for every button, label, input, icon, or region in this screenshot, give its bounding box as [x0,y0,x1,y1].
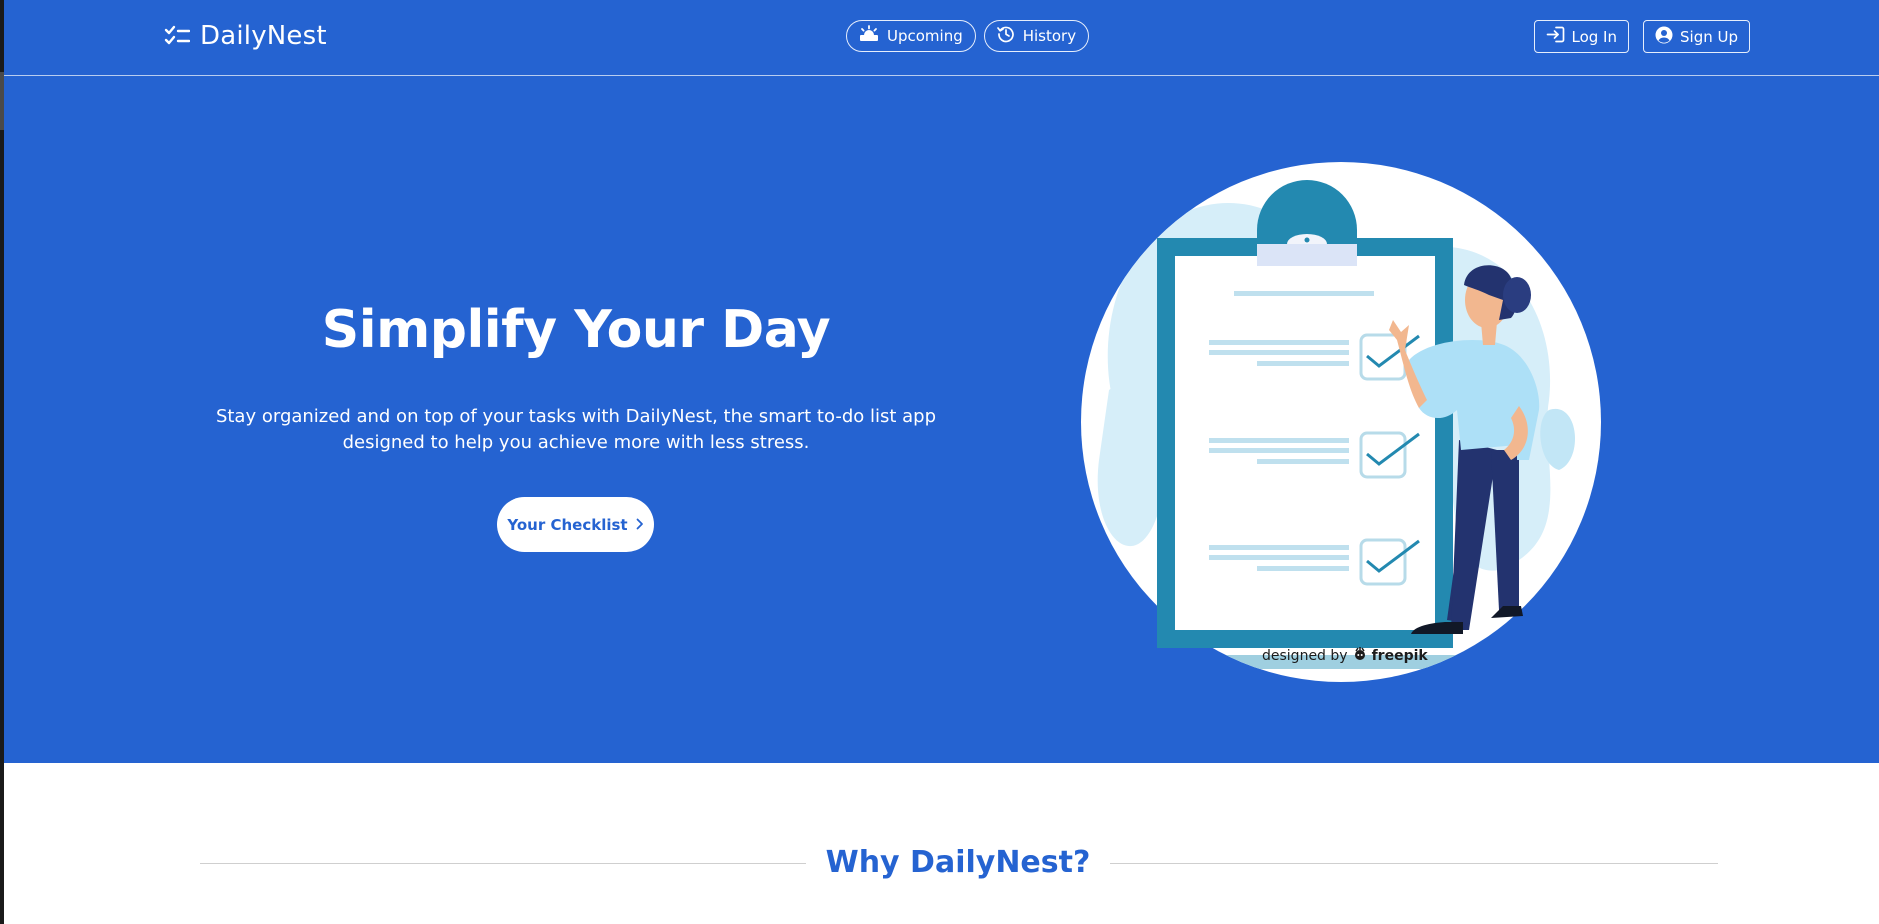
page: DailyNest Upcoming History Log In Sign U… [4,0,1879,924]
history-label: History [1022,27,1077,45]
navbar: DailyNest Upcoming History Log In Sign U… [4,0,1879,76]
login-label: Log In [1571,27,1618,46]
clipboard-illustration [1081,162,1601,682]
section-title: Why DailyNest? [825,845,1091,880]
freepik-credit: designed by freepik [1262,647,1428,665]
brand-name: DailyNest [200,21,327,51]
hero-description: Stay organized and on top of your tasks … [215,406,937,453]
hero-section: Simplify Your Day Stay organized and on … [4,76,1879,763]
chevron-right-icon [636,516,644,534]
sunrise-icon [859,25,879,47]
freepik-icon [1353,647,1367,665]
upcoming-label: Upcoming [887,27,963,45]
section-divider-left [200,863,806,864]
your-checklist-button[interactable]: Your Checklist [497,497,654,552]
cta-label: Your Checklist [507,515,628,534]
user-circle-icon [1655,26,1673,48]
login-icon [1546,26,1565,47]
brand-link[interactable]: DailyNest [164,20,327,52]
why-section: Why DailyNest? [4,763,1879,924]
hero-illustration [1079,160,1603,688]
nav-center: Upcoming History [846,20,1090,52]
upcoming-button[interactable]: Upcoming [846,20,976,52]
hero-title: Simplify Your Day [321,300,831,360]
history-icon [996,25,1015,47]
credit-brand: freepik [1371,648,1428,664]
section-divider-right [1110,863,1718,864]
checklist-icon [164,25,190,47]
signup-button[interactable]: Sign Up [1643,20,1750,53]
nav-auth: Log In Sign Up [1533,20,1750,53]
credit-prefix: designed by [1262,648,1348,664]
signup-label: Sign Up [1680,27,1738,46]
login-button[interactable]: Log In [1533,20,1629,53]
history-button[interactable]: History [983,20,1090,52]
